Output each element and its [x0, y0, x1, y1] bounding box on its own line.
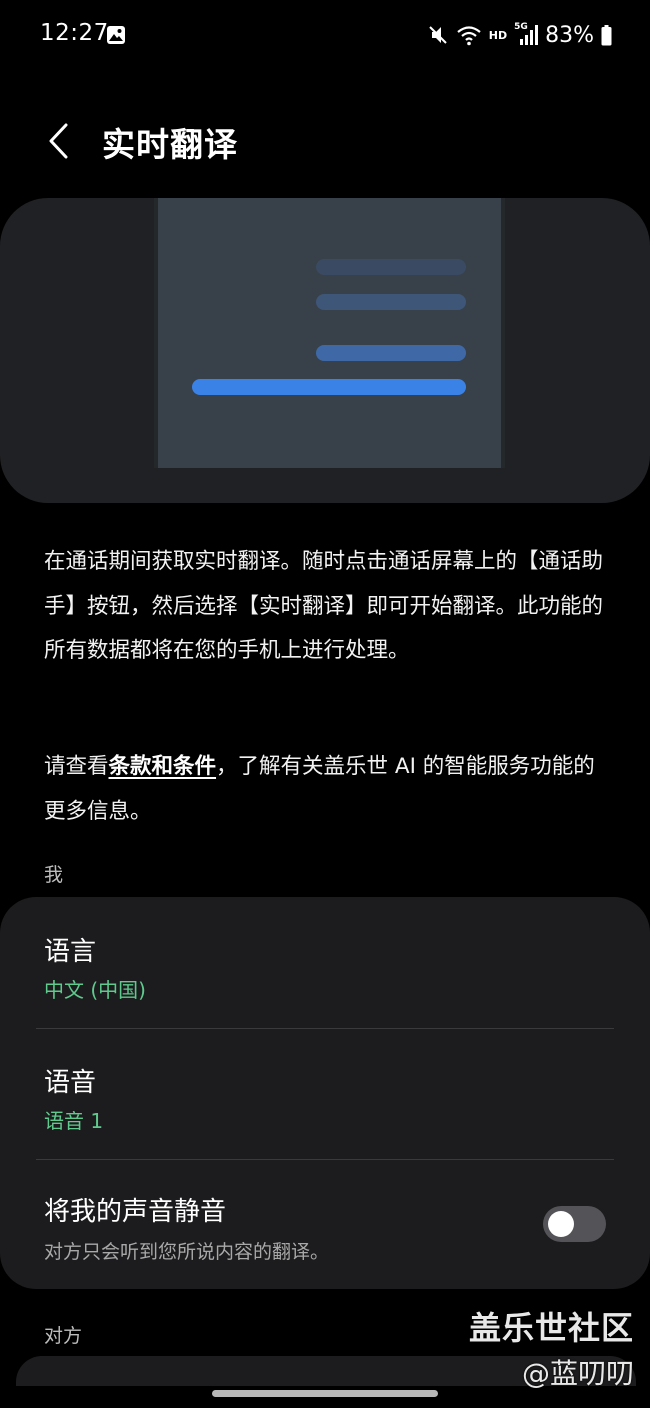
setting-mute-description: 对方只会听到您所说内容的翻译。: [44, 1241, 330, 1263]
hd-label: HD: [488, 28, 508, 42]
mute-icon: [429, 26, 447, 44]
illustration-message-bar: [316, 259, 466, 275]
illustration-phone-screen: [154, 198, 505, 468]
terms-link[interactable]: 条款和条件: [109, 754, 217, 779]
illustration-message-bar: [316, 345, 466, 361]
setting-voice-value: 语音 1: [44, 1109, 104, 1133]
battery-icon: [601, 24, 612, 45]
illustration-message-bar: [316, 294, 466, 310]
setting-voice-title: 语音: [44, 1068, 97, 1098]
setting-voice[interactable]: 语音 语音 1: [0, 1028, 650, 1159]
terms-paragraph: 请查看条款和条件，了解有关盖乐世 AI 的智能服务功能的更多信息。: [44, 745, 614, 834]
signal-icon: [520, 25, 539, 45]
page-title: 实时翻译: [102, 125, 238, 164]
battery-percent: 83%: [545, 22, 594, 48]
feature-description: 在通话期间获取实时翻译。随时点击通话屏幕上的【通话助手】按钮，然后选择【实时翻译…: [44, 549, 604, 663]
section-label-me: 我: [44, 864, 64, 886]
chevron-left-icon: [49, 123, 68, 159]
section-label-other: 对方: [44, 1325, 83, 1347]
settings-card-me: 语言 中文 (中国) 语音 语音 1 将我的声音静音 对方只会听到您所说内容的翻…: [0, 897, 650, 1289]
back-button[interactable]: [38, 116, 78, 166]
setting-mute-title: 将我的声音静音: [44, 1197, 227, 1227]
status-bar: 12:27 HD 5G 83%: [0, 0, 650, 72]
illustration-card: [0, 198, 650, 503]
mute-toggle[interactable]: [543, 1206, 606, 1242]
setting-language[interactable]: 语言 中文 (中国): [0, 897, 650, 1028]
gallery-icon: [107, 26, 125, 44]
illustration-message-bar-active: [192, 379, 466, 395]
home-indicator[interactable]: [212, 1390, 438, 1397]
setting-language-value: 中文 (中国): [44, 978, 146, 1002]
watermark-title: 盖乐世社区: [468, 1309, 634, 1347]
toggle-knob: [548, 1211, 574, 1237]
terms-prefix: 请查看: [44, 754, 109, 779]
status-icons: HD 5G 83%: [427, 20, 612, 50]
signal-indicator: 5G: [514, 22, 539, 46]
wifi-icon: [457, 26, 481, 46]
screen: 12:27 HD 5G 83% 实时翻译 在通话期间获取实时翻译。随时点击通话屏…: [0, 0, 650, 1408]
header: 实时翻译: [0, 108, 650, 176]
setting-language-title: 语言: [44, 937, 97, 967]
status-time: 12:27: [40, 20, 109, 46]
watermark-handle: @蓝叨叨: [521, 1357, 634, 1390]
